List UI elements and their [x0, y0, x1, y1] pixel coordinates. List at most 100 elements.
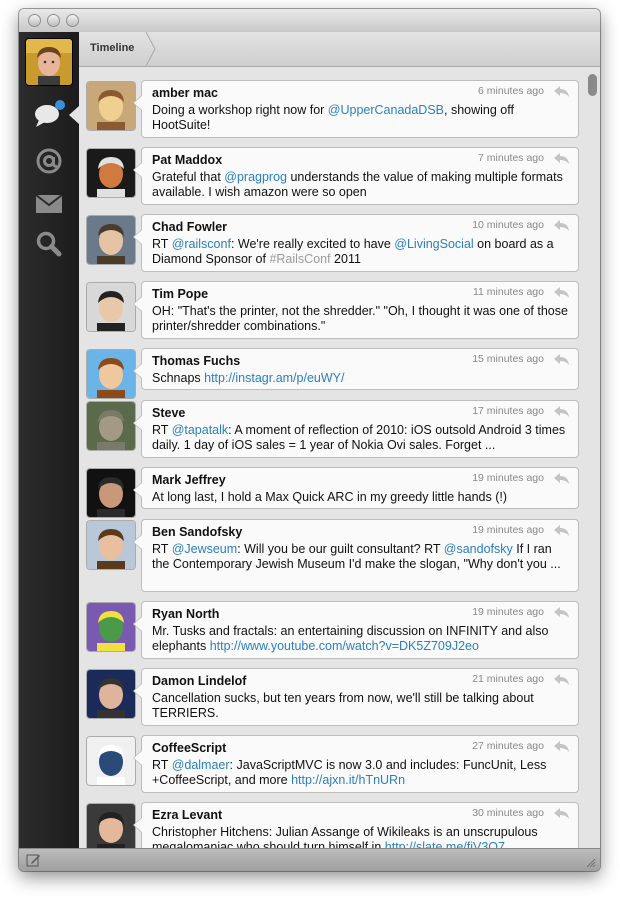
mention-link[interactable]: @dalmaer [172, 758, 230, 772]
zoom-window-button[interactable] [66, 14, 79, 27]
avatar[interactable] [87, 521, 135, 569]
tweet-row[interactable]: Chad Fowler 10 minutes ago RT @railsconf: … [79, 214, 584, 272]
at-sign-icon [36, 148, 62, 174]
sidebar-item-messages[interactable] [33, 188, 65, 220]
tweet-text-segment: : Will you be our guilt consultant? RT [237, 542, 444, 556]
tweet-text: RT @tapatalk: A moment of reflection of … [152, 423, 568, 453]
scrollbar[interactable] [588, 70, 597, 846]
tweet-timestamp: 27 minutes ago [472, 740, 544, 752]
tweet-row[interactable]: Ezra Levant 30 minutes ago Christopher Hit… [79, 802, 584, 849]
tweet-bubble[interactable]: Steve 17 minutes ago RT @tapatalk: A momen… [133, 400, 579, 458]
tweet-bubble[interactable]: Ryan North 19 minutes ago Mr. Tusks and fr… [133, 601, 579, 659]
tweet-bubble[interactable]: amber mac 6 minutes ago Doing a workshop r… [133, 80, 579, 138]
mention-link[interactable]: @railsconf [172, 237, 231, 251]
tweet-row[interactable]: Steve 17 minutes ago RT @tapatalk: A momen… [79, 400, 584, 458]
tweet-bubble[interactable]: Ben Sandofsky 19 minutes ago RT @Jewseum: … [133, 519, 579, 592]
tweet-timestamp: 17 minutes ago [472, 405, 544, 417]
speech-bubble-icon [35, 100, 65, 127]
breadcrumb-timeline[interactable]: Timeline [90, 42, 134, 54]
reply-icon[interactable] [554, 406, 570, 417]
reply-icon[interactable] [554, 525, 570, 536]
tweet-row[interactable]: Ryan North 19 minutes ago Mr. Tusks and fr… [79, 601, 584, 659]
resize-grip-icon[interactable] [585, 857, 596, 868]
avatar[interactable] [87, 804, 135, 849]
reply-icon[interactable] [554, 287, 570, 298]
tweet-text-segment: OH: "That's the printer, not the shredde… [152, 304, 568, 333]
tweet-text: Grateful that @pragprog understands the … [152, 170, 568, 200]
tweet-bubble[interactable]: CoffeeScript 27 minutes ago RT @dalmaer: J… [133, 735, 579, 793]
my-avatar[interactable] [26, 39, 72, 85]
sidebar-item-mentions[interactable] [33, 145, 65, 177]
tweet-text-segment: Cancellation sucks, but ten years from n… [152, 691, 534, 720]
reply-icon[interactable] [554, 473, 570, 484]
reply-icon[interactable] [554, 354, 570, 365]
mention-link[interactable]: @LivingSocial [394, 237, 473, 251]
avatar[interactable] [87, 350, 135, 398]
tweet-row[interactable]: CoffeeScript 27 minutes ago RT @dalmaer: J… [79, 735, 584, 793]
tweet-timestamp: 6 minutes ago [478, 85, 544, 97]
tweet-row[interactable]: Pat Maddox 7 minutes ago Grateful that @pr… [79, 147, 584, 205]
reply-icon[interactable] [554, 86, 570, 97]
tweet-row[interactable]: amber mac 6 minutes ago Doing a workshop r… [79, 80, 584, 138]
avatar[interactable] [87, 82, 135, 130]
tweet-timestamp: 10 minutes ago [472, 219, 544, 231]
mention-link[interactable]: @Jewseum [172, 542, 238, 556]
url-link[interactable]: http://www.youtube.com/watch?v=DK5Z709J2… [210, 639, 479, 653]
avatar[interactable] [87, 603, 135, 651]
tweet-bubble[interactable]: Ezra Levant 30 minutes ago Christopher Hit… [133, 802, 579, 849]
tweet-bubble[interactable]: Pat Maddox 7 minutes ago Grateful that @pr… [133, 147, 579, 205]
reply-icon[interactable] [554, 741, 570, 752]
tweet-row[interactable]: Thomas Fuchs 15 minutes ago Schnaps http:/… [79, 348, 584, 398]
tweet-row[interactable]: Ben Sandofsky 19 minutes ago RT @Jewseum: … [79, 519, 584, 592]
mention-link[interactable]: @pragprog [224, 170, 287, 184]
tweet-timestamp: 19 minutes ago [472, 606, 544, 618]
app-window: Timeline amber mac 6 minutes ago Doing a w… [19, 9, 600, 871]
url-link[interactable]: http://instagr.am/p/euWY/ [204, 371, 344, 385]
mention-link[interactable]: @sandofsky [444, 542, 513, 556]
avatar[interactable] [87, 670, 135, 718]
avatar[interactable] [87, 469, 135, 517]
reply-icon[interactable] [554, 220, 570, 231]
scrollbar-thumb[interactable] [588, 74, 597, 96]
tweet-bubble[interactable]: Damon Lindelof 21 minutes ago Cancellation… [133, 668, 579, 726]
tweet-text-segment: : We're really excited to have [230, 237, 395, 251]
avatar[interactable] [87, 402, 135, 450]
tweet-bubble[interactable]: Tim Pope 11 minutes ago OH: "That's the pr… [133, 281, 579, 339]
timeline-list[interactable]: amber mac 6 minutes ago Doing a workshop r… [79, 67, 600, 849]
tweet-timestamp: 21 minutes ago [472, 673, 544, 685]
compose-icon[interactable] [26, 853, 41, 867]
tweet-row[interactable]: Tim Pope 11 minutes ago OH: "That's the pr… [79, 281, 584, 339]
reply-icon[interactable] [554, 808, 570, 819]
tweet-timestamp: 30 minutes ago [472, 807, 544, 819]
mention-link[interactable]: @UpperCanadaDSB [328, 103, 444, 117]
avatar[interactable] [87, 216, 135, 264]
tweet-text-segment: Doing a workshop right now for [152, 103, 328, 117]
tweet-bubble[interactable]: Mark Jeffrey 19 minutes ago At long last, … [133, 467, 579, 509]
tweet-text: Christopher Hitchens: Julian Assange of … [152, 825, 568, 849]
tweet-bubble[interactable]: Thomas Fuchs 15 minutes ago Schnaps http:/… [133, 348, 579, 390]
tweet-text-segment: 2011 [330, 252, 361, 266]
tweet-row[interactable]: Damon Lindelof 21 minutes ago Cancellation… [79, 668, 584, 726]
tweet-row[interactable]: Mark Jeffrey 19 minutes ago At long last, … [79, 467, 584, 517]
tweet-bubble[interactable]: Chad Fowler 10 minutes ago RT @railsconf: … [133, 214, 579, 272]
mention-link[interactable]: @tapatalk [172, 423, 228, 437]
avatar[interactable] [87, 283, 135, 331]
avatar[interactable] [87, 737, 135, 785]
url-link[interactable]: http://ajxn.it/hTnURn [291, 773, 405, 787]
tweet-text-segment: RT [152, 237, 172, 251]
close-window-button[interactable] [28, 14, 41, 27]
avatar[interactable] [87, 149, 135, 197]
reply-icon[interactable] [554, 674, 570, 685]
tweet-text: Doing a workshop right now for @UpperCan… [152, 103, 568, 133]
reply-icon[interactable] [554, 607, 570, 618]
tweet-timestamp: 19 minutes ago [472, 472, 544, 484]
sidebar-item-timeline[interactable] [33, 98, 79, 130]
sidebar-item-search[interactable] [33, 228, 65, 260]
minimize-window-button[interactable] [47, 14, 60, 27]
tweet-text: Cancellation sucks, but ten years from n… [152, 691, 568, 721]
tweet-text: Mr. Tusks and fractals: an entertaining … [152, 624, 568, 654]
title-bar[interactable] [19, 9, 600, 33]
tweet-text-segment: Schnaps [152, 371, 205, 385]
reply-icon[interactable] [554, 153, 570, 164]
hashtag-link[interactable]: #RailsConf [269, 252, 330, 266]
